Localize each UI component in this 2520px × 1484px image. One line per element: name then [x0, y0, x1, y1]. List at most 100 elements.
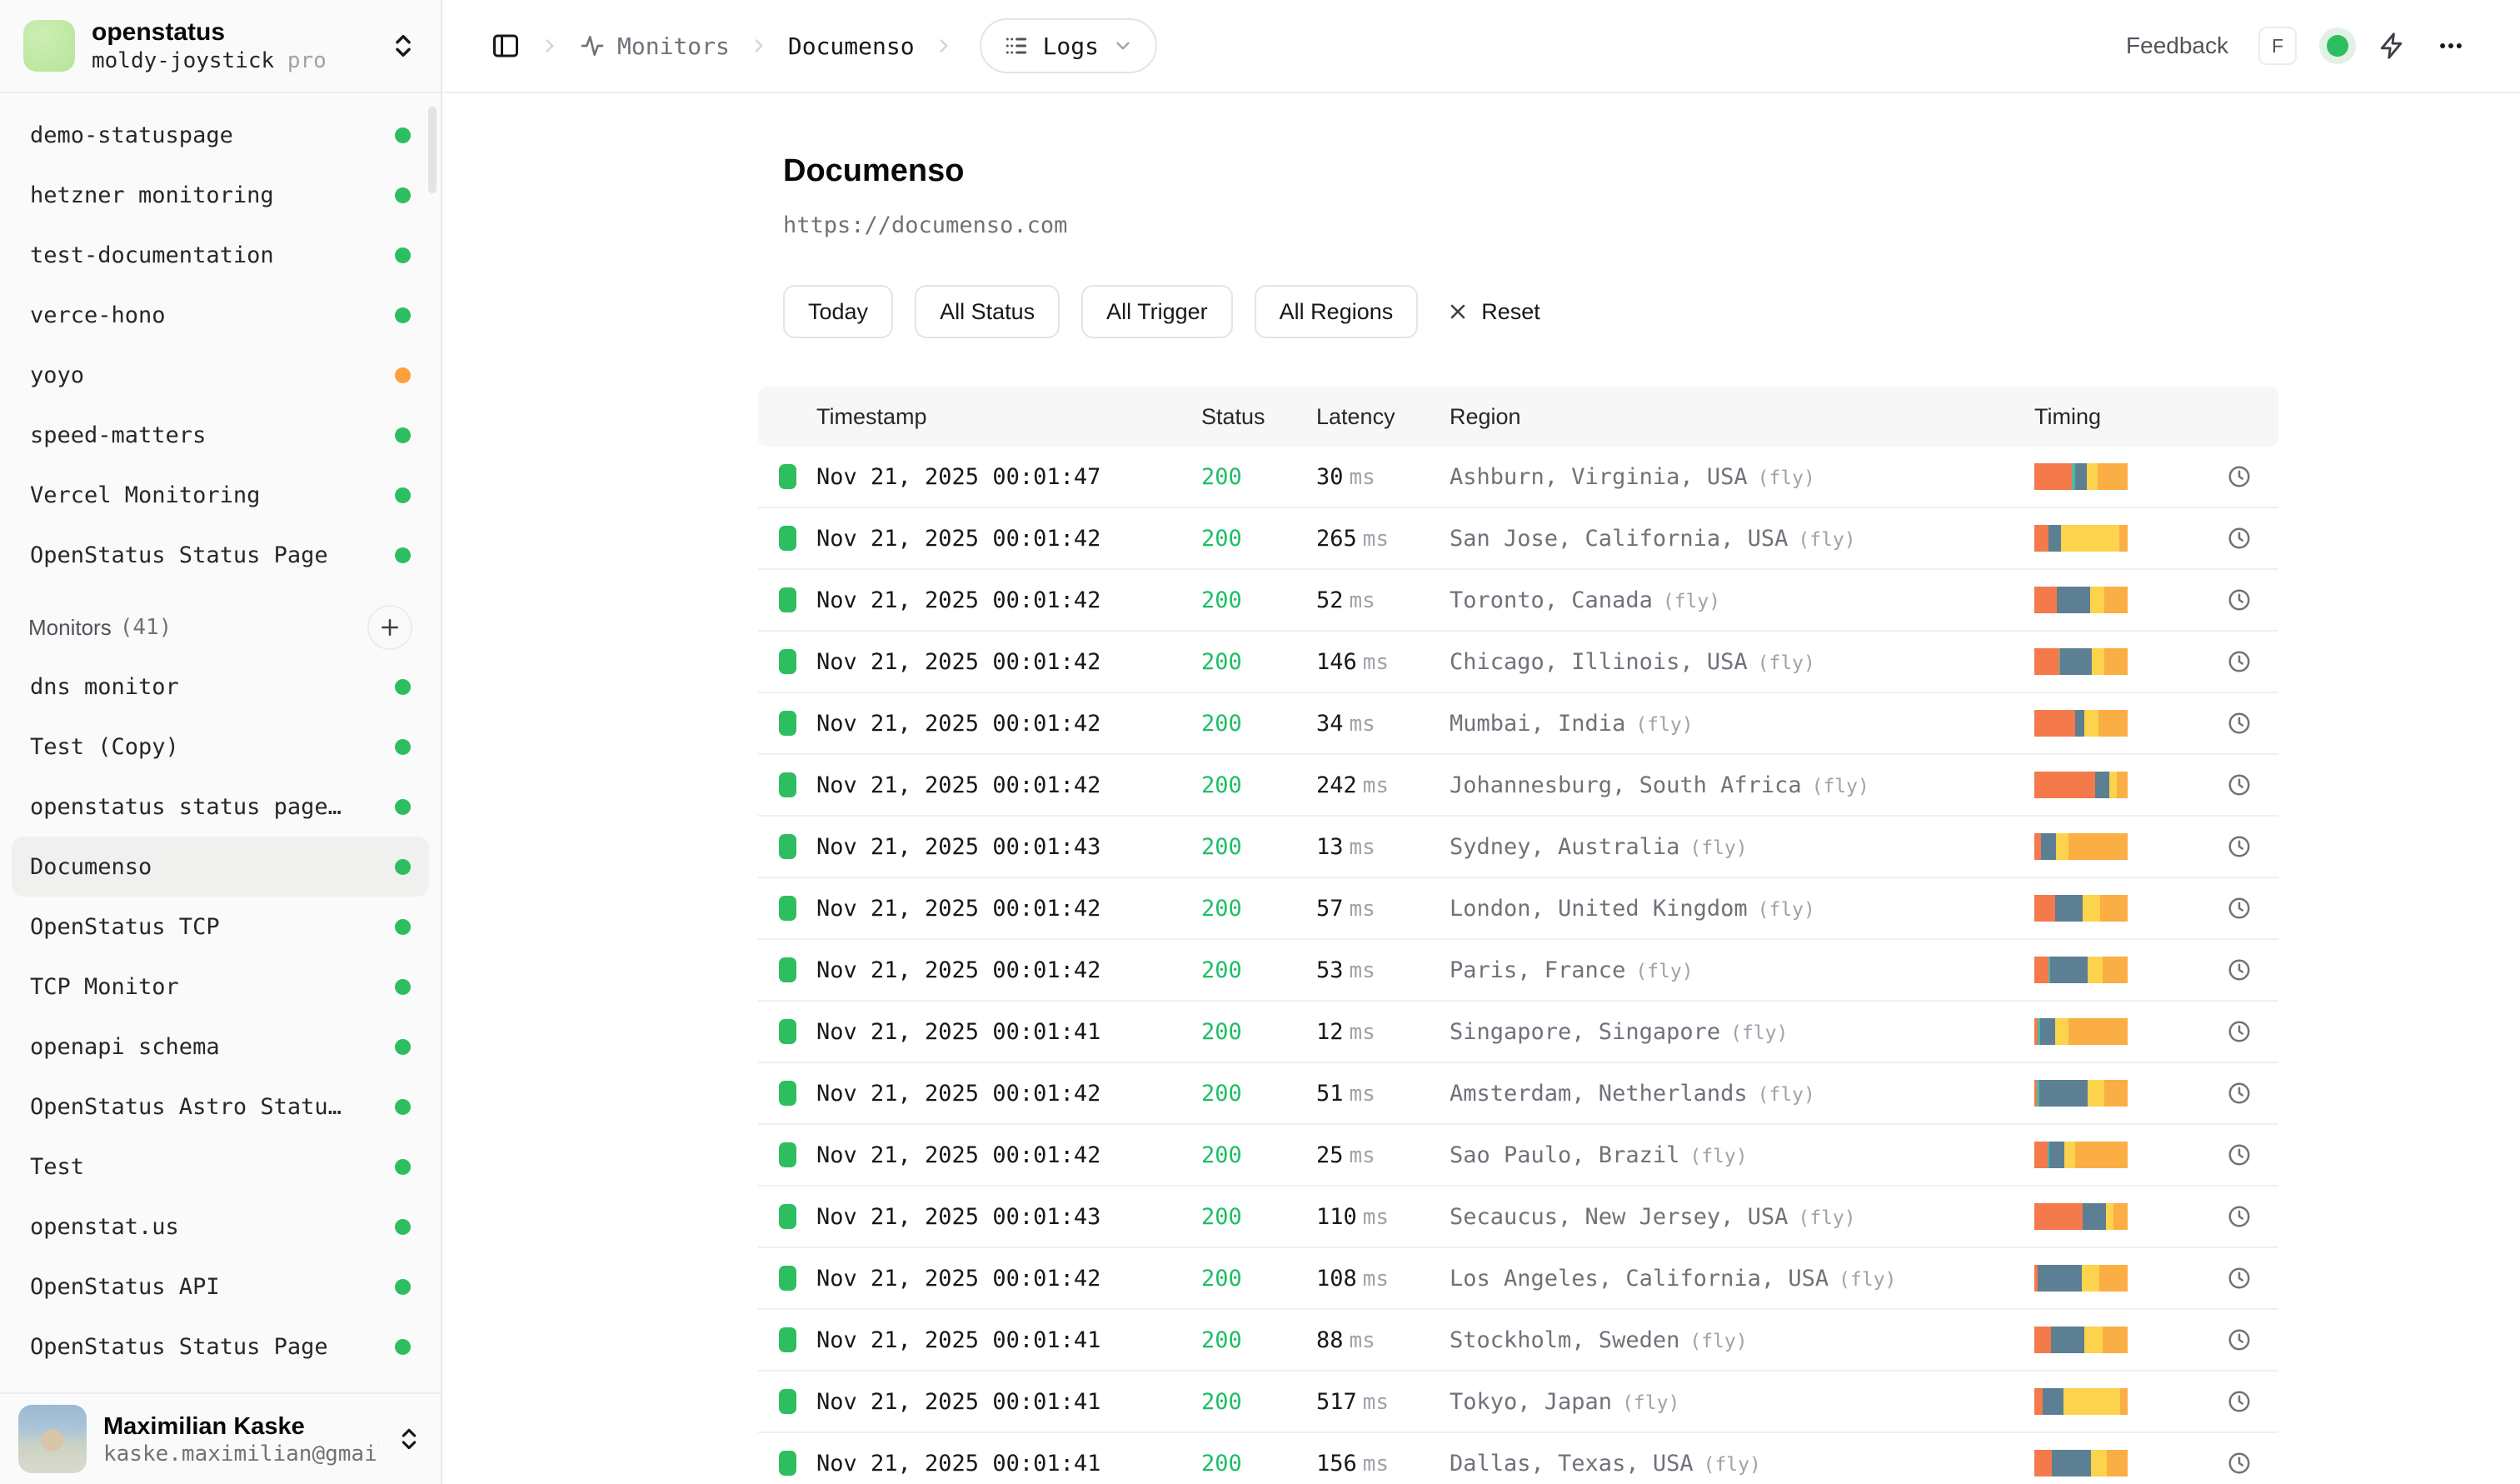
status-code-cell: 200 [1201, 896, 1316, 922]
log-row[interactable]: Nov 21, 2025 00:01:4220053msParis, Franc… [758, 940, 2278, 1002]
chevrons-up-down-icon[interactable] [389, 32, 417, 60]
clock-icon[interactable] [2227, 587, 2278, 612]
clock-icon[interactable] [2227, 1389, 2278, 1414]
status-dot [395, 247, 411, 263]
log-row[interactable]: Nov 21, 2025 00:01:41200156msDallas, Tex… [758, 1433, 2278, 1484]
sidebar-item-vercel-monitoring[interactable]: Vercel Monitoring [12, 465, 429, 525]
more-options-icon[interactable] [2437, 32, 2465, 60]
sidebar-item-openstatus-astro-statu[interactable]: OpenStatus Astro Statu… [12, 1077, 429, 1137]
log-row[interactable]: Nov 21, 2025 00:01:43200110msSecaucus, N… [758, 1187, 2278, 1248]
log-row[interactable]: Nov 21, 2025 00:01:42200108msLos Angeles… [758, 1248, 2278, 1310]
sidebar-scrollbar[interactable] [428, 107, 437, 193]
chevrons-up-down-icon[interactable] [396, 1426, 422, 1452]
log-row[interactable]: Nov 21, 2025 00:01:42200242msJohannesbur… [758, 755, 2278, 817]
timing-segment-ttfb [2088, 1080, 2104, 1107]
clock-icon[interactable] [2227, 1019, 2278, 1044]
timestamp-cell: Nov 21, 2025 00:01:42 [816, 1142, 1201, 1168]
sidebar-item-openstatus-api[interactable]: OpenStatus API [12, 1257, 429, 1317]
clock-icon[interactable] [2227, 1327, 2278, 1352]
clock-icon[interactable] [2227, 526, 2278, 551]
log-row[interactable]: Nov 21, 2025 00:01:4220034msMumbai, Indi… [758, 693, 2278, 755]
sidebar-toggle-icon[interactable] [491, 31, 521, 61]
sidebar-item-openstat-us[interactable]: openstat.us [12, 1197, 429, 1257]
zap-icon[interactable] [2378, 32, 2407, 60]
clock-icon[interactable] [2227, 1204, 2278, 1229]
region-name: Sydney, Australia [1450, 834, 1679, 860]
sidebar-item-demo-statuspage[interactable]: demo-statuspage [12, 105, 429, 165]
sidebar-item-label: TCP Monitor [30, 974, 382, 1000]
latency-unit: ms [1350, 588, 1375, 613]
status-code-cell: 200 [1201, 1019, 1316, 1045]
clock-icon[interactable] [2227, 1266, 2278, 1291]
timing-bar [2034, 1142, 2128, 1168]
region-name: London, United Kingdom [1450, 896, 1748, 922]
region-provider: (fly) [1798, 1207, 1855, 1229]
log-row[interactable]: Nov 21, 2025 00:01:4320013msSydney, Aust… [758, 817, 2278, 878]
sidebar-item-test[interactable]: Test [12, 1137, 429, 1197]
sidebar-item-openstatus-status-page[interactable]: openstatus status page… [12, 777, 429, 837]
sidebar-item-openstatus-status-page[interactable]: OpenStatus Status Page [12, 1317, 429, 1377]
clock-icon[interactable] [2227, 1081, 2278, 1106]
user-menu[interactable]: Maximilian Kaske kaske.maximilian@gmail… [0, 1392, 441, 1484]
status-dot [395, 679, 411, 695]
log-row[interactable]: Nov 21, 2025 00:01:41200517msTokyo, Japa… [758, 1372, 2278, 1433]
timing-segment-dns [2034, 833, 2041, 860]
filter-all-status[interactable]: All Status [915, 285, 1060, 338]
sidebar-item-documenso[interactable]: Documenso [12, 837, 429, 897]
breadcrumb-monitors[interactable]: Monitors [579, 32, 730, 60]
log-row[interactable]: Nov 21, 2025 00:01:4220052msToronto, Can… [758, 570, 2278, 632]
sidebar-item-test-documentation[interactable]: test-documentation [12, 225, 429, 285]
log-row[interactable]: Nov 21, 2025 00:01:4120088msStockholm, S… [758, 1310, 2278, 1372]
team-name: openstatus [92, 17, 372, 47]
add-monitor-button[interactable] [367, 605, 412, 650]
view-switcher-logs[interactable]: Logs [980, 18, 1157, 73]
col-timing: Timing [2034, 404, 2168, 430]
log-row[interactable]: Nov 21, 2025 00:01:4220051msAmsterdam, N… [758, 1063, 2278, 1125]
clock-icon[interactable] [2227, 649, 2278, 674]
log-row[interactable]: Nov 21, 2025 00:01:4720030msAshburn, Vir… [758, 447, 2278, 508]
sidebar-item-test-copy[interactable]: Test (Copy) [12, 717, 429, 777]
log-row[interactable]: Nov 21, 2025 00:01:4120012msSingapore, S… [758, 1002, 2278, 1063]
sidebar-item-openstatus-status-page[interactable]: OpenStatus Status Page [12, 525, 429, 585]
system-status-indicator[interactable] [2327, 35, 2348, 57]
sidebar-item-yoyo[interactable]: yoyo [12, 345, 429, 405]
latency-unit: ms [1363, 1267, 1389, 1292]
sidebar-item-openapi-schema[interactable]: openapi schema [12, 1017, 429, 1077]
clock-icon[interactable] [2227, 834, 2278, 859]
latency-unit: ms [1350, 1082, 1375, 1107]
sidebar-item-hetzner-monitoring[interactable]: hetzner monitoring [12, 165, 429, 225]
sidebar-item-dns-monitor[interactable]: dns monitor [12, 657, 429, 717]
region-cell: Dallas, Texas, USA(fly) [1450, 1451, 2034, 1477]
status-indicator [779, 896, 796, 921]
feedback-button[interactable]: Feedback [2126, 32, 2228, 59]
clock-icon[interactable] [2227, 896, 2278, 921]
region-cell: Johannesburg, South Africa(fly) [1450, 772, 2034, 798]
log-row[interactable]: Nov 21, 2025 00:01:42200146msChicago, Il… [758, 632, 2278, 693]
sidebar-item-tcp-monitor[interactable]: TCP Monitor [12, 957, 429, 1017]
sidebar-item-speed-matters[interactable]: speed-matters [12, 405, 429, 465]
clock-icon[interactable] [2227, 957, 2278, 982]
status-dot [395, 859, 411, 875]
log-row[interactable]: Nov 21, 2025 00:01:42200265msSan Jose, C… [758, 508, 2278, 570]
team-switcher[interactable]: openstatus moldy-joystick pro [0, 0, 441, 93]
reset-filters-button[interactable]: Reset [1446, 299, 1540, 325]
sidebar-item-verce-hono[interactable]: verce-hono [12, 285, 429, 345]
region-cell: Toronto, Canada(fly) [1450, 587, 2034, 613]
log-row[interactable]: Nov 21, 2025 00:01:4220057msLondon, Unit… [758, 878, 2278, 940]
monitor-url: https://documenso.com [758, 212, 2278, 238]
region-provider: (fly) [1635, 714, 1693, 736]
sidebar-item-openstatus-tcp[interactable]: OpenStatus TCP [12, 897, 429, 957]
clock-icon[interactable] [2227, 1142, 2278, 1167]
clock-icon[interactable] [2227, 1451, 2278, 1476]
clock-icon[interactable] [2227, 772, 2278, 797]
clock-icon[interactable] [2227, 464, 2278, 489]
status-dot [395, 1279, 411, 1295]
filter-today[interactable]: Today [783, 285, 893, 338]
log-row[interactable]: Nov 21, 2025 00:01:4220025msSao Paulo, B… [758, 1125, 2278, 1187]
status-dot [395, 919, 411, 935]
latency-cell: 12ms [1316, 1019, 1450, 1045]
breadcrumb-documenso[interactable]: Documenso [788, 32, 915, 60]
clock-icon[interactable] [2227, 711, 2278, 736]
filter-all-trigger[interactable]: All Trigger [1081, 285, 1233, 338]
filter-all-regions[interactable]: All Regions [1255, 285, 1419, 338]
